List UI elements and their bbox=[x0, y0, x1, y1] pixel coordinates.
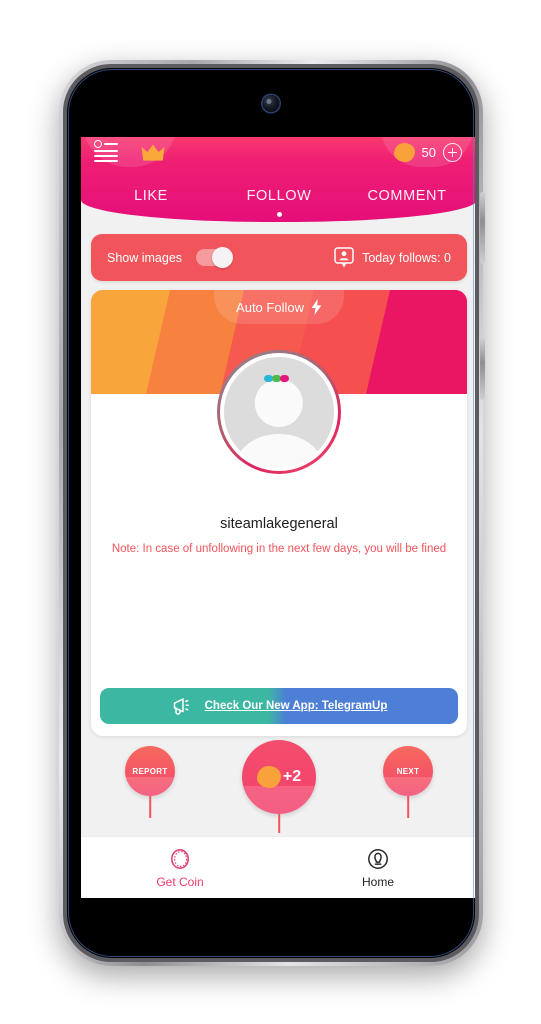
page-dot-active bbox=[276, 212, 282, 217]
nav-item-home[interactable]: Home bbox=[279, 847, 475, 889]
toggle-knob bbox=[212, 246, 234, 268]
auto-follow-badge[interactable]: Auto Follow bbox=[214, 290, 344, 324]
show-images-label: Show images bbox=[107, 250, 183, 265]
button-stem bbox=[149, 796, 151, 818]
coin-count: 50 bbox=[421, 145, 436, 160]
coin-icon bbox=[393, 143, 415, 162]
coin-outline-icon bbox=[168, 847, 192, 871]
auto-follow-label: Auto Follow bbox=[236, 299, 304, 315]
header-top-bar: 50 bbox=[81, 137, 475, 181]
report-button[interactable]: REPORT bbox=[125, 746, 175, 818]
avatar-accent-icon bbox=[264, 374, 294, 382]
reward-label: +2 bbox=[282, 768, 302, 785]
list-menu-icon[interactable] bbox=[94, 140, 118, 162]
front-camera-icon bbox=[262, 95, 280, 112]
profile-card: Auto Follow siteamlakegeneral Note: In c… bbox=[91, 290, 467, 736]
nav-label-get-coin: Get Coin bbox=[156, 874, 204, 889]
nav-item-get-coin[interactable]: Get Coin bbox=[81, 847, 279, 889]
report-label: REPORT bbox=[132, 766, 168, 776]
coin-balance-pill[interactable]: 50 bbox=[380, 137, 473, 167]
next-button[interactable]: NEXT bbox=[383, 746, 433, 818]
promo-banner[interactable]: Check Our New App: TelegramUp bbox=[100, 688, 458, 724]
tab-like[interactable]: LIKE bbox=[87, 188, 215, 204]
phone-mockup: 50 LIKE FOLLOW COMMENT Show images Today… bbox=[59, 60, 485, 966]
lightning-bolt-icon bbox=[311, 299, 322, 315]
tab-bar: LIKE FOLLOW COMMENT bbox=[81, 181, 475, 211]
options-bar: Show images Today follows: 0 bbox=[91, 234, 467, 281]
avatar-placeholder-icon bbox=[224, 357, 334, 467]
action-buttons: REPORT +2 NEXT bbox=[81, 740, 475, 833]
reward-button[interactable]: +2 bbox=[242, 740, 316, 833]
page-indicator bbox=[81, 212, 475, 222]
tab-follow[interactable]: FOLLOW bbox=[215, 188, 343, 204]
promo-label: Check Our New App: TelegramUp bbox=[204, 700, 388, 712]
coin-icon bbox=[256, 766, 281, 788]
person-card-icon bbox=[334, 246, 354, 269]
tab-comment[interactable]: COMMENT bbox=[343, 188, 471, 204]
crown-icon[interactable] bbox=[140, 142, 166, 162]
show-images-toggle[interactable] bbox=[196, 246, 234, 268]
next-label: NEXT bbox=[396, 766, 420, 776]
app-header: 50 LIKE FOLLOW COMMENT bbox=[81, 137, 475, 222]
today-follows-group: Today follows: 0 bbox=[334, 246, 451, 269]
bottom-navigation: Get Coin Home bbox=[81, 836, 475, 898]
nav-label-home: Home bbox=[361, 874, 394, 889]
fine-note: Note: In case of unfollowing in the next… bbox=[111, 543, 447, 555]
megaphone-icon bbox=[171, 696, 195, 716]
power-button[interactable] bbox=[480, 338, 485, 400]
plus-circle-icon[interactable] bbox=[443, 143, 462, 162]
avatar[interactable] bbox=[217, 350, 341, 474]
button-stem bbox=[278, 814, 280, 833]
app-screen: 50 LIKE FOLLOW COMMENT Show images Today… bbox=[81, 137, 475, 898]
person-circle-icon bbox=[366, 847, 390, 871]
phone-bezel: 50 LIKE FOLLOW COMMENT Show images Today… bbox=[67, 68, 475, 958]
username: siteamlakegeneral bbox=[220, 516, 338, 532]
button-stem bbox=[407, 796, 409, 818]
today-follows-label: Today follows: 0 bbox=[362, 250, 451, 265]
header-left-pill bbox=[83, 137, 177, 167]
volume-button[interactable] bbox=[480, 192, 485, 264]
